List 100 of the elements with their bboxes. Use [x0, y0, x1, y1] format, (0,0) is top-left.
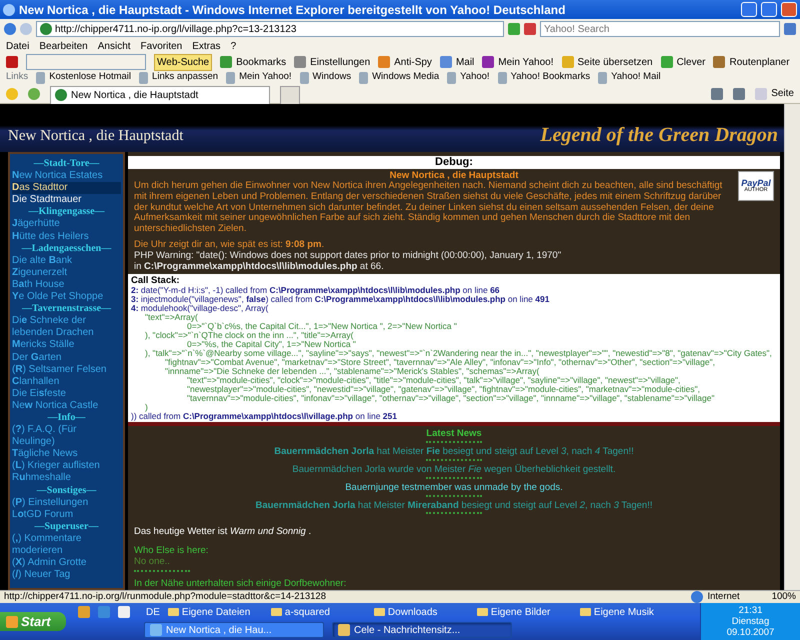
toolbar-item-icon	[440, 56, 452, 68]
search-field[interactable]: Yahoo! Search	[540, 21, 780, 37]
nav-link[interactable]: (R) Seltsamer Felsen	[12, 364, 121, 376]
menu-item[interactable]: Ansicht	[98, 38, 131, 54]
link-page-icon	[498, 72, 507, 84]
link-page-icon	[447, 72, 456, 84]
menu-item[interactable]: Favoriten	[140, 38, 182, 54]
language-indicator[interactable]: DE	[146, 604, 160, 620]
taskbar-folder[interactable]: Eigene Bilder	[490, 604, 550, 620]
zone-label: Internet	[707, 590, 740, 604]
toolbar-item[interactable]: Mein Yahoo!	[498, 54, 554, 70]
nav-link[interactable]: Ruhmeshalle	[12, 472, 121, 485]
clock-day: Dienstag	[732, 616, 770, 627]
nav-link[interactable]: New Nortica Estates	[12, 170, 121, 182]
nav-link[interactable]: Zigeunerzelt	[12, 266, 121, 279]
link-item[interactable]: Windows	[312, 70, 352, 85]
taskbar-folder[interactable]: Downloads	[388, 604, 438, 620]
menu-item[interactable]: Bearbeiten	[39, 38, 88, 54]
link-page-icon	[226, 72, 236, 84]
menu-item[interactable]: Datei	[6, 38, 30, 54]
nav-link[interactable]: (/) Neuer Tag	[12, 569, 121, 582]
nav-link[interactable]: Ye Olde Pet Shoppe	[12, 291, 121, 304]
link-item[interactable]: Links anpassen	[152, 70, 218, 85]
toolbar-item[interactable]: Clever	[676, 54, 706, 70]
toolbar-item[interactable]: Einstellungen	[310, 54, 370, 70]
nav-link[interactable]: Das Stadttor	[12, 182, 121, 194]
toolbar-item[interactable]: Routenplaner	[729, 54, 790, 70]
scrollbar[interactable]	[784, 104, 800, 590]
link-item[interactable]: Yahoo! Mail	[611, 70, 661, 85]
chat-heading: In der Nähe unterhalten sich einige Dorfbewohner:	[133, 578, 348, 590]
link-page-icon	[300, 72, 309, 84]
site-logo: Legend of the Green Dragon	[540, 123, 778, 148]
toolbar-search-field[interactable]	[26, 54, 146, 70]
browser-tab[interactable]: New Nortica , die Hauptstadt	[50, 86, 270, 104]
maximize-button[interactable]	[761, 2, 777, 17]
nav-link[interactable]: Jägerhütte	[12, 218, 121, 231]
code-line: 2: date("Y-m-d H:i:s", -1) called from C:\Programme\xampp\htdocs\l\lib\modules.php on line 66	[131, 286, 501, 296]
nav-link[interactable]: (L) Krieger auflisten	[12, 460, 121, 472]
taskbar-folder[interactable]: a-squared	[284, 604, 330, 620]
link-item[interactable]: Kostenlose Hotmail	[49, 70, 132, 85]
nav-section-heading: —Tavernenstrasse—	[20, 303, 112, 316]
link-item[interactable]: Windows Media	[372, 70, 440, 85]
nav-link[interactable]: (,) Kommentare moderieren	[12, 532, 121, 558]
new-tab-button[interactable]	[280, 86, 300, 104]
nav-link[interactable]: (X) Admin Grotte	[12, 557, 121, 570]
nav-link[interactable]: (P) Einstellungen	[12, 496, 121, 509]
quick-launch-icon[interactable]	[118, 606, 130, 618]
toolbar-item-icon	[660, 56, 673, 68]
stop-button[interactable]	[524, 23, 536, 35]
link-item[interactable]: Mein Yahoo!	[239, 70, 292, 85]
nav-link[interactable]: Der Garten	[12, 352, 121, 364]
quick-launch-icon[interactable]	[78, 606, 90, 618]
folder-icon	[168, 608, 179, 616]
taskbar-window-button[interactable]: Cele - Nachrichtensitz...	[332, 622, 512, 638]
link-item[interactable]: Yahoo!	[460, 70, 490, 85]
link-page-icon	[36, 72, 46, 84]
window-title: New Nortica , die Hauptstadt - Windows Internet Explorer bereitgestellt von Yahoo! Deutschland	[19, 2, 566, 18]
web-search-button[interactable]: Web-Suche	[154, 54, 212, 70]
code-line: "text"=>Array(	[145, 313, 198, 322]
taskbar-folder[interactable]: Eigene Musik	[594, 604, 654, 620]
nav-link[interactable]: LotGD Forum	[12, 508, 121, 521]
back-button[interactable]	[4, 23, 16, 35]
address-field[interactable]: http://chipper4711.no-ip.org/l/village.php?c=13-213123	[36, 21, 504, 37]
link-item[interactable]: Yahoo! Bookmarks	[510, 70, 590, 85]
toolbar-item[interactable]: Bookmarks	[236, 54, 286, 70]
nav-link[interactable]: New Nortica Castle	[12, 400, 121, 412]
code-line: 0=>"%s, the Capital City", 1=>"New Nortica "	[187, 340, 357, 350]
nav-link[interactable]: Hütte des Heilers	[12, 230, 121, 243]
nav-link[interactable]: Die alte Bank	[12, 254, 121, 267]
code-line: ), "clock"=>"`n`QThe clock on the inn ...", "title"=>Array(	[144, 331, 354, 340]
weather-text: Das heutige Wetter ist Warm und Sonnig .	[133, 525, 312, 540]
quick-launch-icon[interactable]	[98, 606, 110, 618]
refresh-button[interactable]	[508, 23, 520, 35]
news-entry: Bauernmädchen Jorla hat Meister Fie besiegt und steigt auf Level 3, nach 4 Tagen!!	[273, 447, 635, 458]
nav-link[interactable]: Die Eisfeste	[12, 388, 121, 400]
nav-link[interactable]: (?) F.A.Q. (Für Neulinge)	[12, 424, 121, 448]
menu-item[interactable]: Extras	[192, 38, 221, 54]
page-menu[interactable]: Seite	[771, 86, 794, 101]
toolbar-item[interactable]: Seite übersetzen	[578, 54, 653, 70]
taskbar-folder[interactable]: Eigene Dateien	[182, 604, 250, 620]
toolbar-item[interactable]: Anti-Spy	[394, 54, 432, 70]
nav-link[interactable]: Tägliche News	[12, 448, 121, 460]
nav-link[interactable]: Clanhallen	[12, 376, 121, 388]
nav-link[interactable]: Bath House	[12, 278, 121, 292]
taskbar-window-button[interactable]: New Nortica , die Hau...	[144, 622, 324, 638]
nav-link[interactable]: Mericks Ställe	[12, 339, 121, 352]
nav-section-heading: —Stadt-Tore—	[32, 158, 100, 170]
link-page-icon	[359, 72, 368, 84]
minimize-button[interactable]	[741, 2, 757, 17]
menu-item[interactable]: ?	[230, 38, 236, 54]
close-button[interactable]	[781, 2, 797, 17]
link-page-icon	[139, 72, 148, 84]
who-else-heading: Who Else is here:	[133, 546, 210, 557]
start-button[interactable]: Start	[0, 612, 66, 631]
zoom-control[interactable]: 100%	[772, 590, 796, 604]
clock-text: Die Uhr zeigt dir an, wie spät es ist: 9:08 pm.	[134, 240, 326, 251]
forward-button[interactable]	[20, 23, 32, 35]
nav-section-heading: —Superuser—	[34, 520, 100, 533]
toolbar-item[interactable]: Mail	[456, 54, 474, 70]
warning-location: in C:\Programme\xampp\htdocs\l\lib\modules.php at 66.	[134, 262, 385, 272]
